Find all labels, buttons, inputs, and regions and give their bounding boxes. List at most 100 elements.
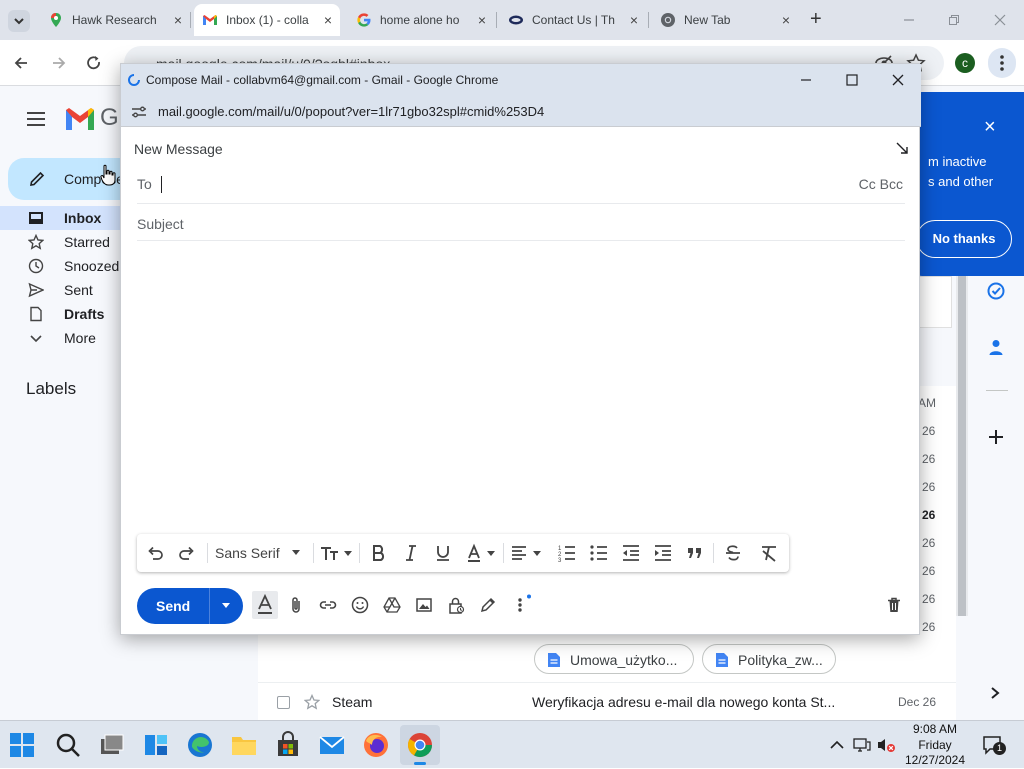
text-color-icon[interactable] <box>465 543 499 563</box>
contacts-icon[interactable] <box>987 338 1005 356</box>
tab-search-button[interactable] <box>8 10 30 32</box>
clock[interactable]: 9:08 AM Friday 12/27/2024 <box>900 721 970 769</box>
nav-starred[interactable]: Starred <box>28 234 110 250</box>
tab-new-tab[interactable]: New Tab × <box>652 4 798 36</box>
font-family-select[interactable]: Sans Serif <box>213 540 309 566</box>
send-options-button[interactable] <box>210 588 243 624</box>
cc-bcc-link[interactable]: Cc Bcc <box>859 176 903 192</box>
nav-more[interactable]: More <box>28 330 96 346</box>
file-explorer-icon[interactable] <box>230 731 258 759</box>
drive-icon[interactable] <box>383 596 401 614</box>
tab-home-alone[interactable]: home alone ho × <box>348 4 494 36</box>
nav-sent[interactable]: Sent <box>28 282 93 298</box>
compose-button[interactable]: Compose <box>8 158 138 200</box>
underline-icon[interactable] <box>433 543 453 563</box>
chevron-up-icon[interactable] <box>830 739 844 751</box>
message-body[interactable] <box>137 241 905 531</box>
redo-icon[interactable] <box>177 543 197 563</box>
nav-drafts[interactable]: Drafts <box>28 306 104 322</box>
tab-inbox[interactable]: Inbox (1) - colla × <box>194 4 340 36</box>
to-field[interactable]: To Cc Bcc <box>137 164 905 204</box>
scrollbar-thumb[interactable] <box>958 276 966 616</box>
site-info-icon[interactable] <box>131 105 147 119</box>
firefox-icon[interactable] <box>362 731 390 759</box>
indent-more-icon[interactable] <box>653 543 673 563</box>
attach-icon[interactable] <box>287 596 305 614</box>
tab-contact-us[interactable]: Contact Us | Th × <box>500 4 646 36</box>
subject-field[interactable]: Subject <box>137 204 905 241</box>
volume-muted-icon[interactable] <box>876 737 896 753</box>
microsoft-store-icon[interactable] <box>274 731 302 759</box>
photo-icon[interactable] <box>415 596 433 614</box>
exit-fullscreen-icon[interactable] <box>895 141 909 155</box>
email-row[interactable]: Steam Weryfikacja adresu e-mail dla nowe… <box>258 682 956 720</box>
forward-arrow-icon[interactable] <box>50 54 68 72</box>
text-size-icon[interactable] <box>319 543 357 563</box>
no-thanks-button[interactable]: No thanks <box>916 220 1012 258</box>
bulleted-list-icon[interactable] <box>589 543 609 563</box>
profile-avatar[interactable]: c <box>955 53 975 73</box>
new-tab-button[interactable]: + <box>810 8 822 31</box>
network-icon[interactable] <box>853 737 871 753</box>
inbox-card-edge <box>920 276 952 328</box>
remove-formatting-icon[interactable] <box>759 543 779 563</box>
formatting-options-button[interactable] <box>252 591 278 619</box>
signature-pen-icon[interactable] <box>479 596 497 614</box>
notification-center-button[interactable]: 1 <box>982 734 1006 756</box>
compose-window-title: Compose Mail - collabvm64@gmail.com - Gm… <box>146 73 499 87</box>
send-button[interactable]: Send <box>137 588 209 624</box>
edge-icon[interactable] <box>186 731 214 759</box>
numbered-list-icon[interactable]: 123 <box>557 543 577 563</box>
quote-icon[interactable] <box>685 543 705 563</box>
back-arrow-icon[interactable] <box>12 54 30 72</box>
star-icon[interactable] <box>304 694 320 710</box>
emoji-icon[interactable] <box>351 596 369 614</box>
maximize-icon[interactable] <box>845 73 859 87</box>
strikethrough-icon[interactable] <box>723 543 743 563</box>
scrollbar-track[interactable] <box>956 276 968 616</box>
minimize-icon[interactable] <box>902 13 916 27</box>
close-icon[interactable] <box>891 73 905 87</box>
reload-icon[interactable] <box>85 54 103 72</box>
tab-close-icon[interactable]: × <box>174 12 182 28</box>
pencil-icon <box>30 171 45 186</box>
gmail-logo-icon[interactable] <box>64 106 96 132</box>
tab-hawk-research[interactable]: Hawk Research × <box>40 4 190 36</box>
windows-start-icon[interactable] <box>8 731 36 759</box>
send-button-group: Send <box>137 588 243 624</box>
close-icon[interactable]: × <box>984 116 996 139</box>
row-checkbox[interactable] <box>277 696 290 709</box>
minimize-icon[interactable] <box>799 73 813 87</box>
indent-less-icon[interactable] <box>621 543 641 563</box>
nav-snoozed[interactable]: Snoozed <box>28 258 119 274</box>
close-window-icon[interactable] <box>993 13 1007 27</box>
tab-close-icon[interactable]: × <box>324 12 332 28</box>
italic-icon[interactable] <box>401 543 421 563</box>
chrome-taskbar-button[interactable] <box>400 725 440 765</box>
tab-close-icon[interactable]: × <box>478 12 486 28</box>
chevron-right-icon[interactable] <box>988 686 1002 700</box>
align-icon[interactable] <box>509 543 547 563</box>
more-options-icon[interactable] <box>515 594 533 616</box>
attachment-chip[interactable]: Umowa_użytko... <box>534 644 694 674</box>
widgets-icon[interactable] <box>142 731 170 759</box>
tab-close-icon[interactable]: × <box>630 12 638 28</box>
tab-close-icon[interactable]: × <box>782 12 790 28</box>
hamburger-menu-icon[interactable] <box>26 110 46 128</box>
email-date: 26 <box>922 592 936 606</box>
confidential-mode-icon[interactable] <box>447 596 465 614</box>
tasks-icon[interactable] <box>987 282 1005 300</box>
search-icon[interactable] <box>54 731 82 759</box>
trash-icon[interactable] <box>885 596 903 614</box>
restore-icon[interactable] <box>947 13 961 27</box>
link-icon[interactable] <box>319 596 337 614</box>
mail-icon[interactable] <box>318 731 346 759</box>
nav-inbox[interactable]: Inbox <box>28 210 101 226</box>
add-icon[interactable] <box>987 428 1005 446</box>
undo-icon[interactable] <box>145 543 165 563</box>
attachment-chip[interactable]: Polityka_zw... <box>702 644 836 674</box>
browser-menu-button[interactable] <box>988 48 1016 78</box>
task-view-icon[interactable] <box>98 731 126 759</box>
compose-url-bar[interactable]: mail.google.com/mail/u/0/popout?ver=1lr7… <box>121 95 921 127</box>
bold-icon[interactable] <box>369 543 389 563</box>
